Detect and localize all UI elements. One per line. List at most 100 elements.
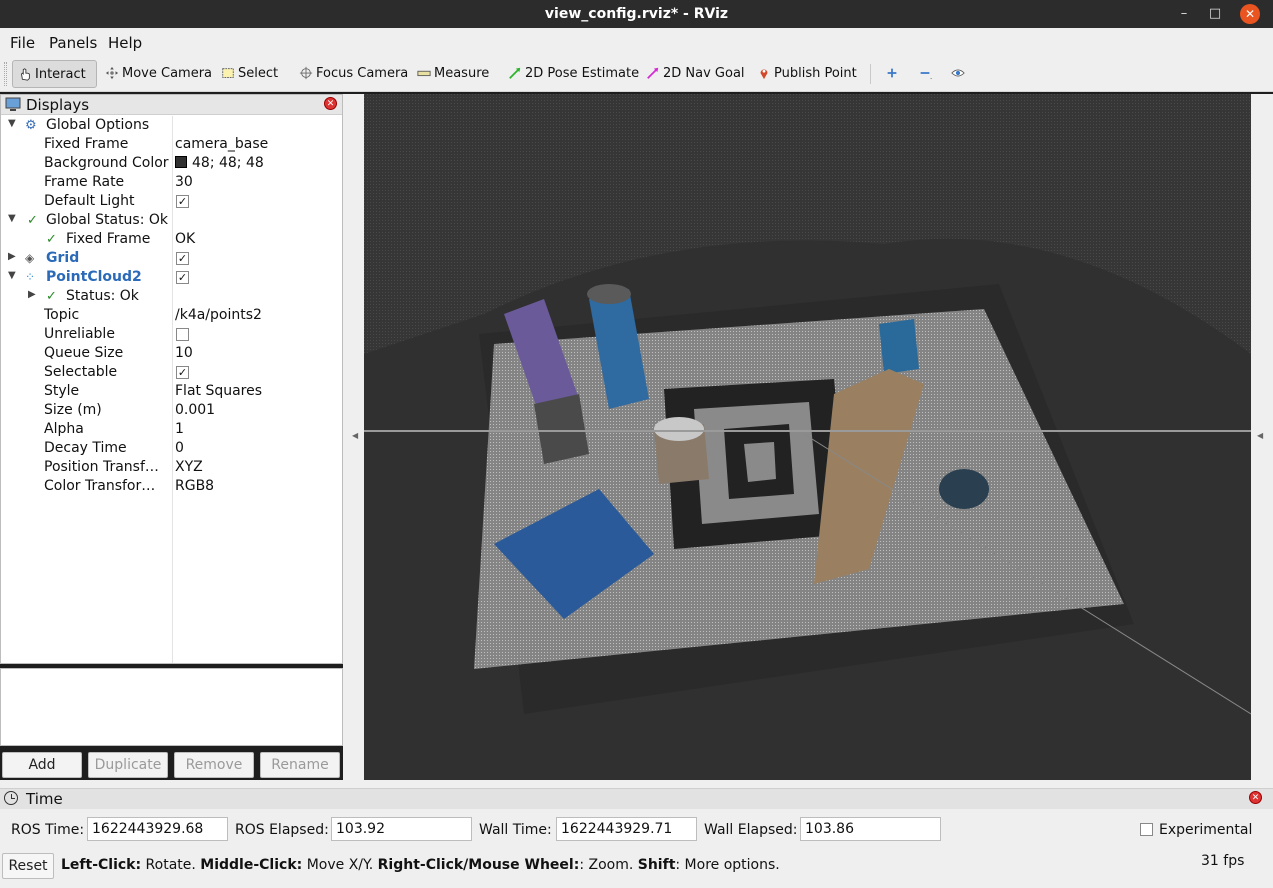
collapsed-arrow-icon[interactable]: ▶ [8,251,16,262]
add-display-button[interactable]: Add [2,752,82,778]
decay-time-value[interactable]: 0 [175,440,184,456]
tree-row-queue-size[interactable]: Queue Size 10 [1,344,342,363]
remove-tool-button[interactable] [913,60,939,88]
view-tool-button[interactable] [946,60,972,88]
wall-time-field[interactable]: 1622443929.71 [556,817,697,841]
nav-goal-tool-button[interactable]: 2D Nav Goal [641,60,749,88]
unreliable-checkbox[interactable] [176,328,189,341]
tree-row-global-status[interactable]: ▼ ✓ Global Status: Ok [1,211,342,230]
measure-tool-button[interactable]: Measure [412,60,493,88]
hint-left-click: Left-Click: [61,857,142,873]
select-tool-button[interactable]: Select [216,60,282,88]
global-options-label: Global Options [46,117,150,133]
tree-row-grid[interactable]: ▶ ◈ Grid ✓ [1,249,342,268]
tree-row-alpha[interactable]: Alpha 1 [1,420,342,439]
position-transformer-label: Position Transf… [44,459,159,475]
close-window-button[interactable]: ✕ [1240,4,1260,24]
menu-panels[interactable]: Panels [49,34,97,52]
pose-estimate-tool-button[interactable]: 2D Pose Estimate [503,60,643,88]
move-camera-tool-button[interactable]: Move Camera [100,60,216,88]
fixed-frame-value[interactable]: camera_base [175,136,268,152]
tree-row-size[interactable]: Size (m) 0.001 [1,401,342,420]
tree-row-style[interactable]: Style Flat Squares [1,382,342,401]
3d-render-viewport[interactable] [364,94,1251,780]
position-transformer-value[interactable]: XYZ [175,459,203,475]
hint-more-options: : More options. [675,857,780,873]
clock-icon [4,791,18,805]
expanded-arrow-icon[interactable]: ▼ [8,118,16,129]
status-fixed-frame-value: OK [175,231,196,247]
tree-row-status-fixed-frame[interactable]: ✓ Fixed Frame OK [1,230,342,249]
alpha-value[interactable]: 1 [175,421,184,437]
add-tool-button[interactable] [880,60,900,88]
left-splitter[interactable]: ◀ [343,94,364,780]
tree-row-pointcloud2[interactable]: ▼ ⁘ PointCloud2 ✓ [1,268,342,287]
color-transformer-value[interactable]: RGB8 [175,478,214,494]
tree-row-unreliable[interactable]: Unreliable [1,325,342,344]
ros-elapsed-field[interactable]: 103.92 [331,817,472,841]
collapsed-arrow-icon[interactable]: ▶ [28,289,36,300]
right-splitter[interactable]: ◀ [1251,94,1273,780]
background-color-label: Background Color [44,155,169,171]
wall-elapsed-label: Wall Elapsed: [704,822,798,838]
publish-point-tool-button[interactable]: Publish Point [752,60,861,88]
experimental-checkbox[interactable] [1140,823,1153,836]
interact-tool-button[interactable]: Interact [12,60,97,88]
reset-button[interactable]: Reset [2,853,54,879]
eye-icon [951,69,965,76]
rename-display-button[interactable]: Rename [260,752,340,778]
tree-row-background-color[interactable]: Background Color 48; 48; 48 [1,154,342,173]
decay-time-label: Decay Time [44,440,127,456]
close-displays-button[interactable]: ✕ [324,97,337,110]
minus-icon [920,71,932,79]
default-light-checkbox[interactable]: ✓ [176,195,189,208]
tree-row-pc-status[interactable]: ▶ ✓ Status: Ok [1,287,342,306]
size-value[interactable]: 0.001 [175,402,215,418]
close-time-panel-button[interactable]: ✕ [1249,791,1262,804]
tree-row-topic[interactable]: Topic /k4a/points2 [1,306,342,325]
toolbar-grip[interactable] [4,62,7,86]
expanded-arrow-icon[interactable]: ▼ [8,213,16,224]
tree-row-global-options[interactable]: ▼ ⚙ Global Options [1,116,342,135]
bottom-splitter[interactable] [0,780,1273,788]
teal-bottle [879,319,919,374]
left-splitter-arrow-icon[interactable]: ◀ [352,431,358,440]
nav-goal-label: 2D Nav Goal [663,66,745,81]
right-splitter-arrow-icon[interactable]: ◀ [1257,431,1263,440]
displays-panel: Displays ✕ ▼ ⚙ Global Options Fixed Fram… [0,94,343,664]
frame-rate-value[interactable]: 30 [175,174,193,190]
tree-row-decay-time[interactable]: Decay Time 0 [1,439,342,458]
queue-size-value[interactable]: 10 [175,345,193,361]
time-panel-title: Time [26,790,63,808]
tree-row-frame-rate[interactable]: Frame Rate 30 [1,173,342,192]
style-value[interactable]: Flat Squares [175,383,262,399]
wall-elapsed-field[interactable]: 103.86 [800,817,941,841]
menu-file[interactable]: File [10,34,35,52]
style-label: Style [44,383,80,399]
ros-elapsed-label: ROS Elapsed: [235,822,329,838]
tree-row-selectable[interactable]: Selectable ✓ [1,363,342,382]
pointcloud2-enabled-checkbox[interactable]: ✓ [176,271,189,284]
topic-value[interactable]: /k4a/points2 [175,307,262,323]
wall-time-label: Wall Time: [479,822,552,838]
hand-pointer-icon [21,67,30,81]
tree-row-default-light[interactable]: Default Light ✓ [1,192,342,211]
tree-row-fixed-frame[interactable]: Fixed Frame camera_base [1,135,342,154]
grid-enabled-checkbox[interactable]: ✓ [176,252,189,265]
jar-lid [654,417,704,441]
expanded-arrow-icon[interactable]: ▼ [8,270,16,281]
selectable-checkbox[interactable]: ✓ [176,366,189,379]
minimize-button[interactable]: – [1174,4,1194,24]
ros-time-field[interactable]: 1622443929.68 [87,817,228,841]
selectable-label: Selectable [44,364,118,380]
remove-display-button[interactable]: Remove [174,752,254,778]
menu-help[interactable]: Help [108,34,142,52]
property-description-box [0,668,343,746]
background-color-value[interactable]: 48; 48; 48 [175,155,264,171]
tree-row-color-transformer[interactable]: Color Transfor… RGB8 [1,477,342,496]
tree-row-position-transformer[interactable]: Position Transf… XYZ [1,458,342,477]
duplicate-display-button[interactable]: Duplicate [88,752,168,778]
maximize-button[interactable]: □ [1205,4,1225,24]
toolbar: Interact Move Camera Select Focus Camera… [0,56,1273,92]
focus-camera-tool-button[interactable]: Focus Camera [294,60,412,88]
